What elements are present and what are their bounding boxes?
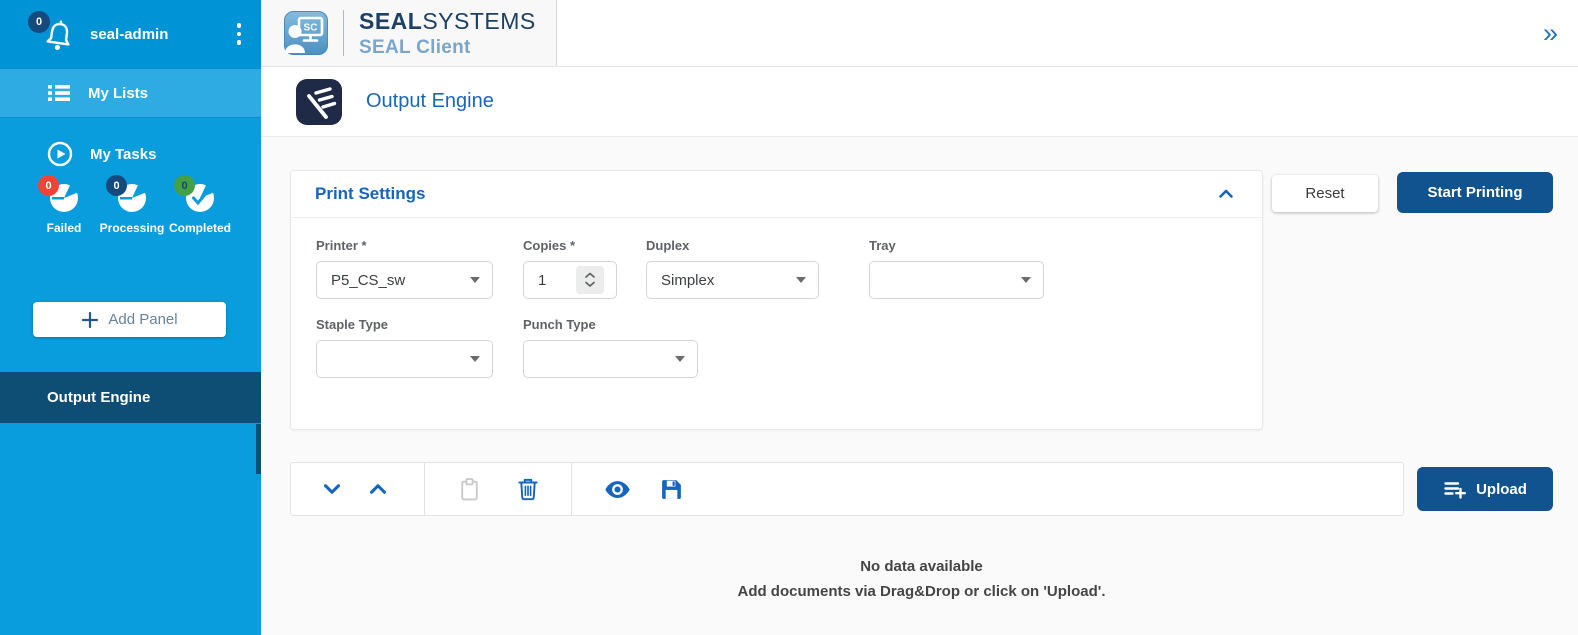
brand-block: SEALSYSTEMS SEAL Client [359, 10, 536, 57]
dropdown-caret-icon [470, 356, 480, 362]
failed-label: Failed [47, 221, 82, 235]
output-engine-icon [296, 79, 342, 125]
move-down-button[interactable] [319, 476, 345, 502]
eye-icon [604, 476, 631, 503]
delete-button[interactable] [515, 476, 541, 502]
completed-count-badge: 0 [174, 175, 195, 196]
sidebar-header: 0 seal-admin [0, 0, 261, 68]
completed-label: Completed [169, 221, 231, 235]
playlist-add-icon [1443, 477, 1467, 501]
chevron-up-icon [365, 476, 391, 502]
upload-label: Upload [1476, 481, 1527, 498]
dropdown-caret-icon [470, 277, 480, 283]
punch-type-label: Punch Type [523, 317, 698, 332]
task-status-summary: 0 Failed 0 Processing [0, 182, 261, 235]
brand-secondary: SYSTEMS [422, 8, 535, 34]
plus-icon [81, 311, 99, 329]
seal-client-logo-icon: SC [284, 11, 328, 55]
move-up-button[interactable] [365, 476, 391, 502]
sidebar-item-label: My Lists [88, 85, 148, 102]
stepper-arrows-icon [582, 270, 598, 290]
chevron-up-icon [1214, 182, 1238, 206]
kebab-menu-icon[interactable] [233, 19, 246, 49]
chevron-down-icon [319, 476, 345, 502]
preview-button[interactable] [604, 476, 631, 503]
sidebar-item-label: My Tasks [90, 146, 156, 163]
panel-title: Print Settings [315, 184, 426, 204]
empty-state: No data available Add documents via Drag… [290, 558, 1553, 600]
documents-toolbar [290, 462, 1404, 516]
page-header: Output Engine [261, 67, 1578, 137]
toolbar-divider [571, 463, 572, 515]
top-bar: SC SEALSYSTEMS SEAL Client » [261, 0, 1578, 67]
sidebar-item-output-engine[interactable]: Output Engine [0, 372, 261, 423]
staple-type-label: Staple Type [316, 317, 493, 332]
add-panel-label: Add Panel [108, 311, 177, 328]
content-area: Print Settings Printer * P5_CS_sw [261, 137, 1578, 635]
printer-select[interactable]: P5_CS_sw [316, 261, 493, 299]
main-area: SC SEALSYSTEMS SEAL Client » Output Eng [261, 0, 1578, 635]
tray-select[interactable] [869, 261, 1044, 299]
reset-button[interactable]: Reset [1272, 175, 1378, 212]
sidebar-item-my-tasks[interactable]: My Tasks [0, 130, 261, 178]
status-completed[interactable]: 0 Completed [166, 182, 234, 235]
copies-stepper[interactable] [576, 266, 604, 294]
notification-badge: 0 [28, 11, 50, 33]
print-settings-panel: Print Settings Printer * P5_CS_sw [290, 170, 1263, 430]
copies-label: Copies * [523, 238, 617, 253]
app-logo-tab[interactable]: SC SEALSYSTEMS SEAL Client [261, 0, 557, 66]
add-panel-button[interactable]: Add Panel [33, 302, 226, 337]
brand-primary: SEAL [359, 8, 422, 34]
page-title: Output Engine [366, 90, 494, 113]
clipboard-icon [457, 477, 482, 502]
copies-input[interactable]: 1 [523, 261, 617, 299]
upload-button[interactable]: Upload [1417, 467, 1553, 511]
failed-count-badge: 0 [38, 175, 59, 196]
processing-count-badge: 0 [106, 175, 127, 196]
processing-label: Processing [100, 221, 165, 235]
status-failed[interactable]: 0 Failed [30, 182, 98, 235]
empty-state-subtitle: Add documents via Drag&Drop or click on … [290, 583, 1553, 600]
play-circle-icon [47, 141, 73, 167]
punch-type-select[interactable] [523, 340, 698, 378]
sidebar: 0 seal-admin My Lists My Tasks [0, 0, 261, 635]
collapse-panel-button[interactable] [1214, 182, 1238, 206]
notifications-button[interactable]: 0 [40, 13, 76, 55]
trash-icon [515, 476, 541, 502]
dropdown-caret-icon [796, 277, 806, 283]
empty-state-title: No data available [290, 558, 1553, 575]
username-label: seal-admin [90, 26, 168, 43]
sidebar-item-my-lists[interactable]: My Lists [0, 68, 261, 118]
paste-button[interactable] [457, 477, 482, 502]
floppy-save-icon [659, 477, 684, 502]
expand-panel-icon[interactable]: » [1543, 20, 1558, 47]
dropdown-caret-icon [675, 356, 685, 362]
start-printing-button[interactable]: Start Printing [1397, 172, 1553, 213]
status-processing[interactable]: 0 Processing [98, 182, 166, 235]
sidebar-scrollbar[interactable] [256, 424, 261, 474]
staple-type-select[interactable] [316, 340, 493, 378]
printer-label: Printer * [316, 238, 493, 253]
tray-label: Tray [869, 238, 1044, 253]
logo-badge-text: SC [304, 23, 318, 34]
brand-subtitle: SEAL Client [359, 38, 536, 57]
duplex-label: Duplex [646, 238, 819, 253]
logo-divider [343, 10, 344, 56]
panel-label: Output Engine [47, 389, 150, 406]
list-icon [47, 82, 71, 104]
toolbar-divider [424, 463, 425, 515]
dropdown-caret-icon [1021, 277, 1031, 283]
save-button[interactable] [659, 477, 684, 502]
duplex-select[interactable]: Simplex [646, 261, 819, 299]
